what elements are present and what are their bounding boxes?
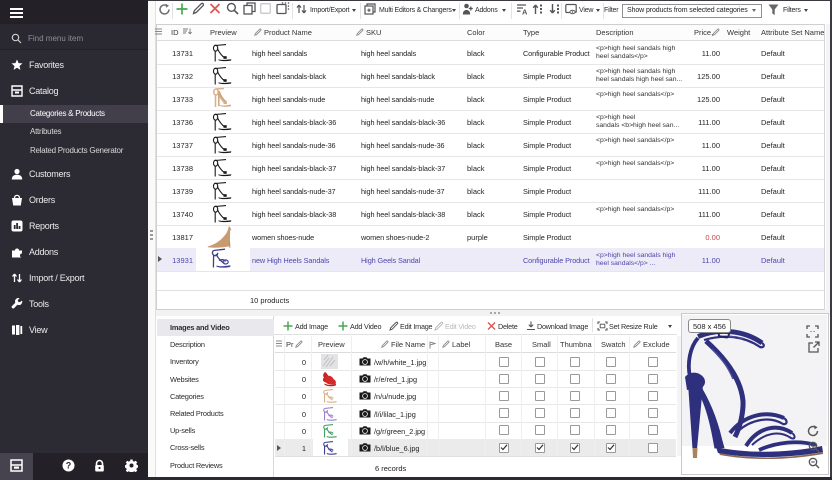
svg-text:A: A [522,8,527,16]
svg-text:?: ? [66,461,72,471]
